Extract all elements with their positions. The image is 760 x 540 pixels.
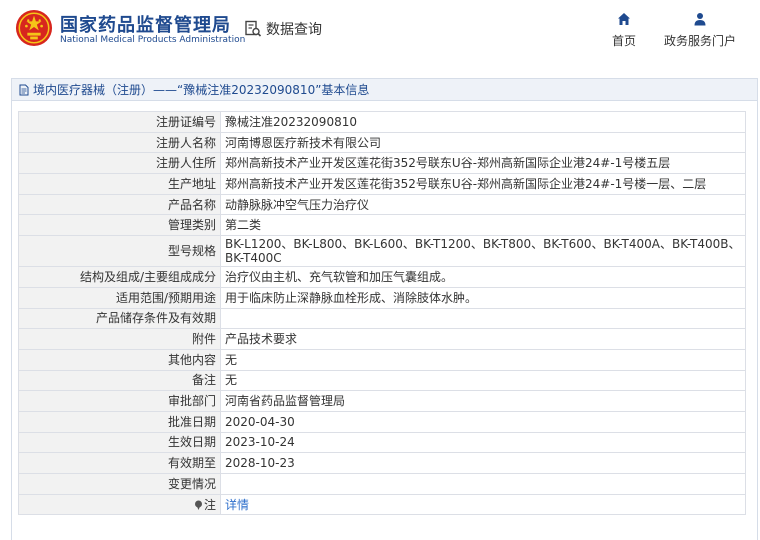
- table-row: 有效期至 2028-10-23: [18, 452, 746, 474]
- row-label: 管理类别: [18, 214, 221, 237]
- row-value: 第二类: [220, 214, 746, 237]
- table-row: 生效日期 2023-10-24: [18, 431, 746, 454]
- row-label: 注册人住所: [18, 152, 221, 175]
- row-label: 结构及组成/主要组成成分: [18, 266, 221, 288]
- table-row: 结构及组成/主要组成成分 治疗仪由主机、充气软管和加压气囊组成。: [18, 266, 746, 288]
- row-label: 生产地址: [18, 173, 221, 195]
- top-nav: 首页 政务服务门户: [584, 12, 736, 49]
- table-row: 其他内容无: [18, 348, 746, 371]
- row-label: 型号规格: [18, 235, 221, 268]
- row-label: 产品名称: [18, 193, 221, 216]
- panel-title: 境内医疗器械（注册）——“豫械注准20232090810”基本信息: [12, 79, 757, 101]
- pin-icon: [194, 500, 202, 510]
- table-row: 注册人名称 河南博恩医疗新技术有限公司: [18, 131, 746, 154]
- home-icon: [617, 13, 630, 25]
- row-label: 变更情况: [18, 473, 221, 495]
- row-value: 河南博恩医疗新技术有限公司: [220, 131, 746, 154]
- row-value: 郑州高新技术产业开发区莲花街352号联东U谷-郑州高新国际企业港24#-1号楼一…: [220, 173, 746, 195]
- row-value: BK-L1200、BK-L800、BK-L600、BK-T1200、BK-T80…: [220, 235, 746, 268]
- panel-title-text: 境内医疗器械（注册）——“豫械注准20232090810”基本信息: [33, 83, 370, 97]
- data-query-link[interactable]: 数据查询: [244, 19, 322, 39]
- table-row: 变更情况: [18, 473, 746, 495]
- row-value: 2020-04-30: [220, 410, 746, 433]
- row-label: 注册证编号: [18, 111, 221, 133]
- table-row: 产品储存条件及有效期: [18, 307, 746, 330]
- row-value: [220, 307, 746, 330]
- row-value: 2028-10-23: [220, 452, 746, 474]
- document-icon: [19, 84, 29, 95]
- table-row: 附件 产品技术要求: [18, 328, 746, 350]
- row-label: 附件: [18, 328, 221, 350]
- row-value: 2023-10-24: [220, 431, 746, 454]
- nav-home-label: 首页: [611, 34, 636, 48]
- table-row: 产品名称 动静脉脉冲空气压力治疗仪: [18, 193, 746, 216]
- document-search-icon: [245, 20, 262, 37]
- table-row: 适用范围/预期用途 用于临床防止深静脉血栓形成、消除肢体水肿。: [18, 286, 746, 309]
- note-value-cell: 详情: [220, 493, 746, 516]
- site-header: 国家药品监督管理局 National Medical Products Admi…: [0, 0, 760, 70]
- table-row: 注 详情: [18, 493, 746, 516]
- row-label: 批准日期: [18, 410, 221, 433]
- row-value: 产品技术要求: [220, 328, 746, 350]
- table-row: 生产地址 郑州高新技术产业开发区莲花街352号联东U谷-郑州高新国际企业港24#-…: [18, 173, 746, 195]
- row-value: 动静脉脉冲空气压力治疗仪: [220, 193, 746, 216]
- row-label: 适用范围/预期用途: [18, 286, 221, 309]
- row-value: 用于临床防止深静脉血栓形成、消除肢体水肿。: [220, 286, 746, 309]
- row-label: 有效期至: [18, 452, 221, 474]
- user-icon: [694, 13, 706, 26]
- row-label: 其他内容: [18, 348, 221, 371]
- table-row: 批准日期 2020-04-30: [18, 410, 746, 433]
- note-label: 注: [203, 497, 216, 512]
- row-label: 注册人名称: [18, 131, 221, 154]
- device-info-panel: 境内医疗器械（注册）——“豫械注准20232090810”基本信息 注册证编号豫…: [11, 78, 758, 540]
- nav-home[interactable]: 首页: [612, 12, 636, 49]
- row-value: 治疗仪由主机、充气软管和加压气囊组成。: [220, 266, 746, 288]
- site-title[interactable]: 国家药品监督管理局: [60, 11, 231, 37]
- table-row: 审批部门 河南省药品监督管理局: [18, 390, 746, 412]
- table-row: 型号规格 BK-L1200、BK-L800、BK-L600、BK-T1200、BK…: [18, 235, 746, 268]
- row-value: 豫械注准20232090810: [220, 111, 746, 133]
- row-label: 备注: [18, 369, 221, 392]
- nav-service-portal[interactable]: 政务服务门户: [664, 12, 736, 49]
- table-row: 注册人住所 郑州高新技术产业开发区莲花街352号联东U谷-郑州高新国际企业港24#…: [18, 152, 746, 175]
- table-row: 备注无: [18, 369, 746, 392]
- row-value: [220, 473, 746, 495]
- row-value: 无: [220, 348, 746, 371]
- table-row: 管理类别 第二类: [18, 214, 746, 237]
- row-value: 河南省药品监督管理局: [220, 390, 746, 412]
- nav-service-portal-label: 政务服务门户: [663, 34, 736, 48]
- data-query-label: 数据查询: [266, 22, 322, 38]
- row-label: 产品储存条件及有效期: [18, 307, 221, 330]
- note-label-cell: 注: [18, 493, 221, 516]
- table-row: 注册证编号 豫械注准20232090810: [18, 111, 746, 133]
- row-label: 审批部门: [18, 390, 221, 412]
- row-value: 郑州高新技术产业开发区莲花街352号联东U谷-郑州高新国际企业港24#-1号楼五…: [220, 152, 746, 175]
- info-table: 注册证编号 豫械注准20232090810 注册人名称 河南博恩医疗新技术有限公司 …: [18, 111, 746, 516]
- site-subtitle: National Medical Products Administration: [60, 35, 246, 45]
- row-label: 生效日期: [18, 431, 221, 454]
- national-emblem-icon[interactable]: [15, 9, 53, 47]
- row-value: 无: [220, 369, 746, 392]
- detail-link[interactable]: 详情: [225, 498, 249, 512]
